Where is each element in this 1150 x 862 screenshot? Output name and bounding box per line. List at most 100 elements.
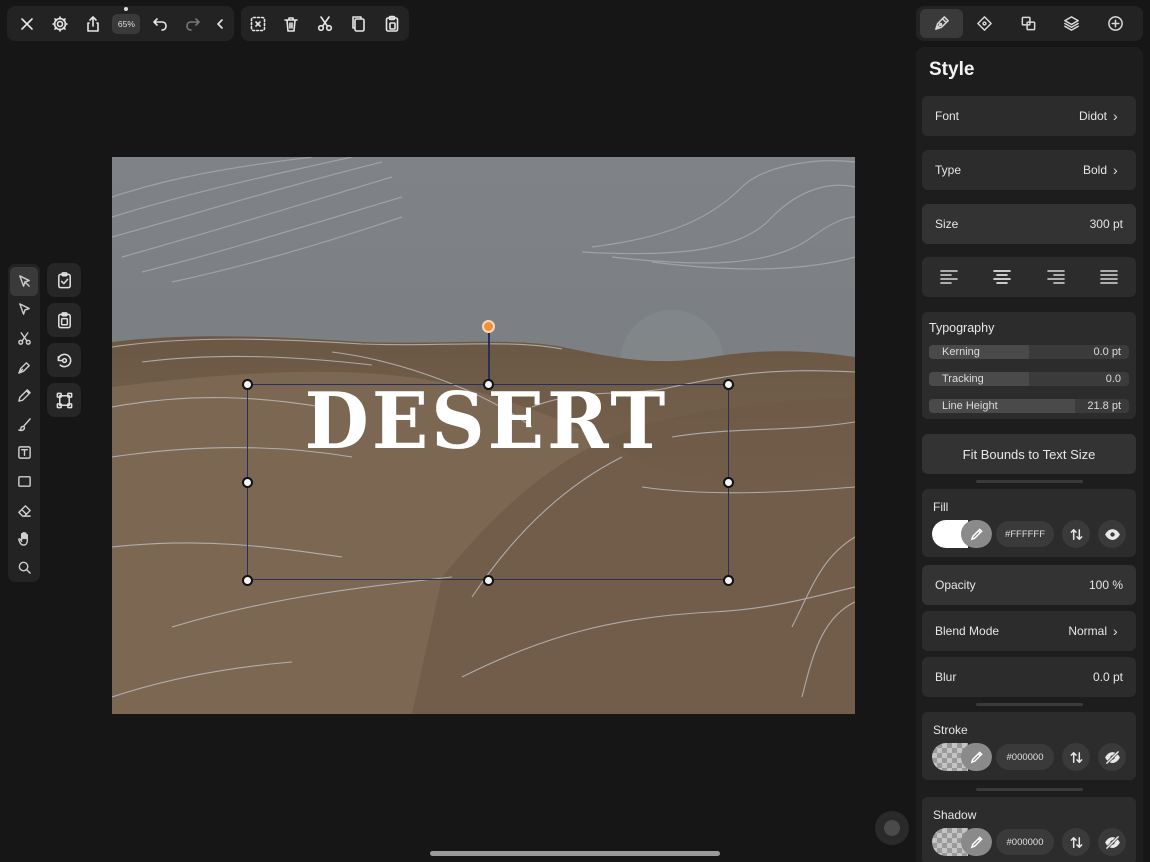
node-tool[interactable] — [10, 296, 38, 325]
redo-button[interactable] — [176, 7, 209, 41]
tab-arrange[interactable] — [1007, 9, 1050, 38]
tab-add[interactable] — [1094, 9, 1137, 38]
pen-icon — [17, 361, 30, 374]
fill-title: Fill — [933, 500, 949, 514]
fill-visibility-button[interactable] — [1098, 520, 1126, 548]
hand-tool[interactable] — [10, 524, 38, 553]
scissors-icon — [17, 332, 31, 345]
delete-button[interactable] — [275, 7, 309, 41]
blur-row[interactable]: Blur 0.0 pt — [922, 657, 1136, 697]
fit-bounds-button[interactable]: Fit Bounds to Text Size — [922, 434, 1136, 474]
shadow-hex-field[interactable]: #000000 — [996, 829, 1054, 855]
quick-checklist-button[interactable] — [47, 263, 81, 297]
floating-assistive-button[interactable] — [875, 811, 909, 845]
quick-clipboard-button[interactable] — [47, 303, 81, 337]
section-divider — [976, 480, 1083, 483]
tab-style[interactable] — [920, 9, 963, 38]
handle-middle-left[interactable] — [242, 477, 253, 488]
size-row[interactable]: Size 300 pt — [922, 204, 1136, 244]
shadow-section: Shadow #000000 — [922, 797, 1136, 862]
opacity-value: 100 % — [1088, 578, 1123, 592]
shadow-title: Shadow — [933, 808, 977, 822]
share-button[interactable] — [77, 7, 110, 41]
artboard-canvas[interactable]: DESERT — [112, 157, 855, 714]
shadow-color-swatch[interactable] — [932, 828, 992, 856]
layers-icon — [1064, 16, 1080, 31]
fill-color-swatch[interactable] — [932, 520, 992, 548]
opacity-row[interactable]: Opacity 100 % — [922, 565, 1136, 605]
undo-button[interactable] — [143, 7, 176, 41]
line-height-value: 21.8 pt — [1087, 400, 1121, 412]
pen-tool[interactable] — [10, 353, 38, 382]
paste-button[interactable] — [375, 7, 409, 41]
fill-swap-button[interactable] — [1062, 520, 1090, 548]
tools-sidebar — [8, 264, 40, 582]
paste-icon — [385, 15, 399, 32]
handle-bottom-center[interactable] — [483, 575, 494, 586]
text-tool-icon — [17, 446, 31, 460]
handle-top-center[interactable] — [483, 379, 494, 390]
close-button[interactable] — [10, 7, 43, 41]
shadow-visibility-button[interactable] — [1098, 828, 1126, 856]
kerning-value: 0.0 pt — [1093, 346, 1121, 358]
eraser-tool[interactable] — [10, 496, 38, 525]
select-tool[interactable] — [10, 267, 38, 296]
fill-eyedropper-button[interactable] — [961, 520, 992, 548]
tracking-value: 0.0 — [1105, 373, 1121, 385]
stroke-hex-field[interactable]: #000000 — [996, 744, 1054, 770]
pencil-tool[interactable] — [10, 381, 38, 410]
eyedropper-icon — [970, 835, 983, 848]
line-height-slider[interactable]: Line Height 21.8 pt — [929, 399, 1129, 413]
tab-layers[interactable] — [1050, 9, 1093, 38]
handle-middle-right[interactable] — [723, 477, 734, 488]
blend-mode-row[interactable]: Blend Mode Normal › — [922, 611, 1136, 651]
cut-button[interactable] — [308, 7, 342, 41]
zoom-tool[interactable] — [10, 553, 38, 582]
stroke-title: Stroke — [933, 723, 968, 737]
size-value: 300 pt — [1089, 217, 1123, 231]
rectangle-icon — [17, 476, 31, 487]
stroke-color-swatch[interactable] — [932, 743, 992, 771]
quick-rotate-button[interactable] — [47, 343, 81, 377]
quick-transform-button[interactable] — [47, 383, 81, 417]
pencil-icon — [17, 389, 31, 402]
text-tool[interactable] — [10, 439, 38, 468]
rectangle-tool[interactable] — [10, 467, 38, 496]
type-row[interactable]: Type Bold › — [922, 150, 1136, 190]
brush-tool[interactable] — [10, 410, 38, 439]
undo-icon — [152, 17, 167, 31]
chevron-right-icon: › — [1113, 623, 1118, 639]
share-icon — [87, 15, 99, 32]
tracking-label: Tracking — [942, 373, 984, 385]
handle-bottom-right[interactable] — [723, 575, 734, 586]
tracking-slider[interactable]: Tracking 0.0 — [929, 372, 1129, 386]
align-justify-button[interactable] — [1092, 262, 1126, 292]
zoom-button[interactable]: 65% — [110, 6, 143, 41]
home-indicator[interactable] — [430, 851, 720, 856]
rotation-handle[interactable] — [482, 320, 495, 333]
tab-nodes[interactable] — [963, 9, 1006, 38]
settings-button[interactable] — [43, 7, 76, 41]
handle-bottom-left[interactable] — [242, 575, 253, 586]
blur-label: Blur — [935, 670, 957, 684]
scissors-tool[interactable] — [10, 324, 38, 353]
kerning-slider[interactable]: Kerning 0.0 pt — [929, 345, 1129, 359]
align-center-button[interactable] — [985, 262, 1019, 292]
collapse-toolbar-button[interactable] — [210, 7, 232, 41]
section-divider — [976, 788, 1083, 791]
copy-button[interactable] — [342, 7, 376, 41]
deselect-button[interactable] — [241, 7, 275, 41]
shadow-swap-button[interactable] — [1062, 828, 1090, 856]
stroke-visibility-button[interactable] — [1098, 743, 1126, 771]
font-row[interactable]: Font Didot › — [922, 96, 1136, 136]
shadow-eyedropper-button[interactable] — [961, 828, 992, 856]
align-left-button[interactable] — [932, 262, 966, 292]
stroke-swap-button[interactable] — [1062, 743, 1090, 771]
boolean-icon — [1021, 16, 1036, 31]
stroke-section: Stroke #000000 — [922, 712, 1136, 780]
fill-hex-field[interactable]: #FFFFFF — [996, 521, 1054, 547]
align-right-button[interactable] — [1039, 262, 1073, 292]
handle-top-left[interactable] — [242, 379, 253, 390]
handle-top-right[interactable] — [723, 379, 734, 390]
stroke-eyedropper-button[interactable] — [961, 743, 992, 771]
